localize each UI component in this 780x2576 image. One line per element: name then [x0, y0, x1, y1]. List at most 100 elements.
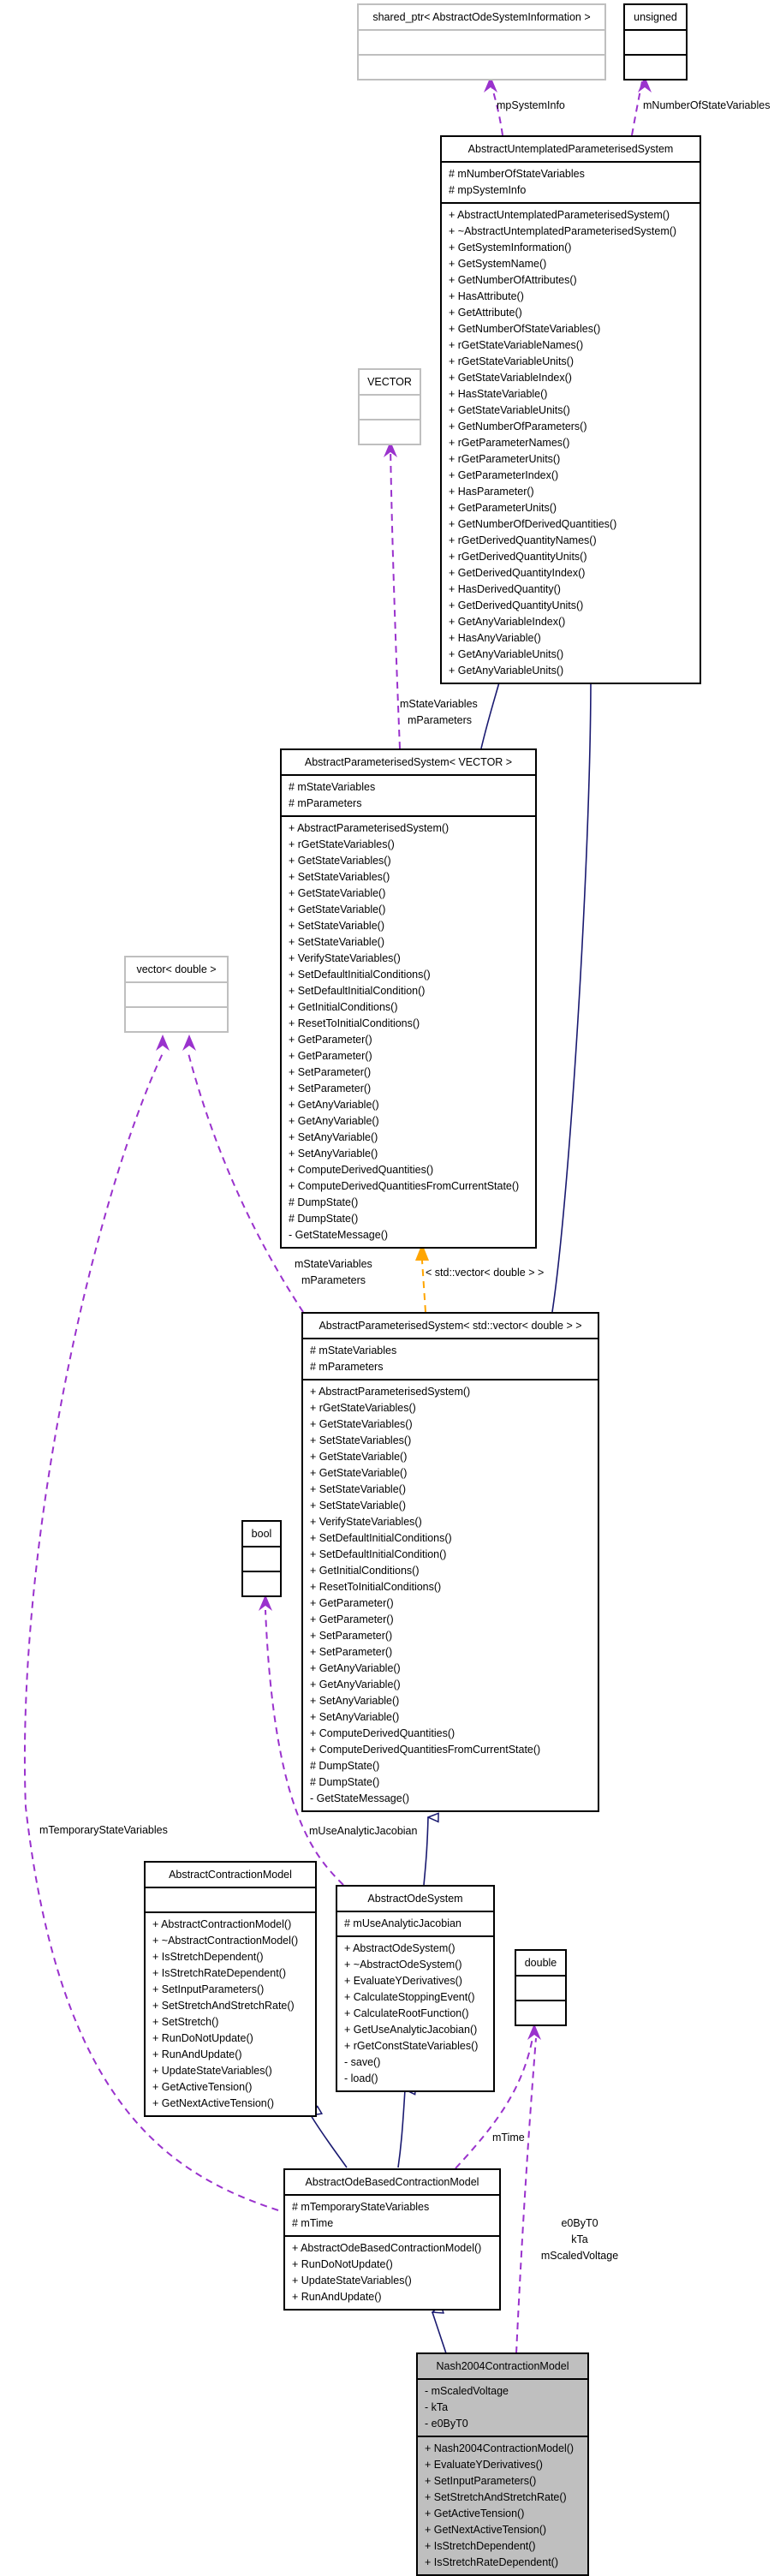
class-abstract-ode-based-contraction-model[interactable]: AbstractOdeBasedContractionModel # mTemp… — [283, 2168, 501, 2311]
method-row: + UpdateStateVariables() — [292, 2275, 412, 2287]
method-row: + AbstractParameterisedSystem() — [289, 822, 450, 834]
method-row: + SetInputParameters() — [152, 1983, 265, 1995]
method-row: # DumpState() — [289, 1196, 359, 1208]
method-row: + HasParameter() — [449, 486, 534, 498]
method-row: + SetParameter() — [310, 1630, 393, 1642]
method-row: + SetStateVariables() — [289, 871, 390, 883]
methods-section — [359, 56, 604, 79]
method-row: + GetNextActiveTension() — [425, 2524, 547, 2536]
method-row: + rGetStateVariableUnits() — [449, 355, 575, 367]
method-row: + SetStretchAndStretchRate() — [425, 2491, 567, 2503]
class-name: AbstractOdeSystem — [337, 1887, 493, 1912]
method-row: + GetStateVariableUnits() — [449, 404, 570, 416]
method-row: + EvaluateYDerivatives() — [344, 1975, 462, 1987]
method-row: + GetStateVariableIndex() — [449, 372, 572, 384]
edge-label-mScaledVoltage: mScaledVoltage — [540, 2250, 619, 2262]
edge-label-mTemporaryStateVariables: mTemporaryStateVariables — [39, 1824, 168, 1836]
method-row: + GetStateVariable() — [289, 887, 386, 899]
method-row: + GetAnyVariableUnits() — [449, 648, 564, 660]
class-name: Nash2004ContractionModel — [418, 2354, 587, 2380]
method-row: + SetStateVariable() — [289, 936, 384, 948]
method-row: + GetParameter() — [310, 1597, 394, 1609]
class-abstract-parameterised-system-vector[interactable]: AbstractParameterisedSystem< VECTOR > # … — [280, 748, 537, 1249]
class-double[interactable]: double — [515, 1949, 567, 2026]
method-row: + SetParameter() — [289, 1082, 372, 1094]
method-row: + SetStateVariable() — [310, 1483, 406, 1495]
method-row: + GetAnyVariable() — [310, 1679, 401, 1690]
method-row: + SetParameter() — [310, 1646, 393, 1658]
method-row: + ComputeDerivedQuantitiesFromCurrentSta… — [310, 1744, 541, 1756]
method-row: + GetStateVariable() — [289, 903, 386, 915]
method-row: + GetInitialConditions() — [289, 1001, 398, 1013]
method-row: + GetNumberOfDerivedQuantities() — [449, 518, 617, 530]
method-row: + rGetParameterNames() — [449, 437, 570, 449]
method-row: + GetAnyVariable() — [289, 1099, 379, 1111]
method-row: + VerifyStateVariables() — [310, 1516, 422, 1528]
class-bool[interactable]: bool — [241, 1520, 282, 1597]
attribute-row: - e0ByT0 — [425, 2418, 468, 2430]
method-row: - save() — [344, 2056, 381, 2068]
attributes-section — [625, 31, 686, 56]
method-row: + UpdateStateVariables() — [152, 2065, 272, 2077]
class-abstract-untemplated-parameterised-system[interactable]: AbstractUntemplatedParameterisedSystem #… — [440, 135, 701, 684]
class-vector-template[interactable]: VECTOR — [358, 368, 421, 445]
edge-label-mParameters-2: mParameters — [301, 1274, 366, 1286]
class-name: double — [516, 1951, 565, 1977]
methods-section: + AbstractContractionModel() + ~AbstractC… — [146, 1913, 315, 2115]
class-name: AbstractOdeBasedContractionModel — [285, 2170, 499, 2196]
method-row: # DumpState() — [289, 1213, 359, 1225]
attribute-row: # mpSystemInfo — [449, 184, 527, 196]
class-abstract-contraction-model[interactable]: AbstractContractionModel + AbstractContr… — [144, 1861, 317, 2117]
methods-section — [625, 56, 686, 79]
attribute-row: # mStateVariables — [310, 1345, 397, 1357]
class-nash2004-contraction-model[interactable]: Nash2004ContractionModel - mScaledVoltag… — [416, 2352, 589, 2576]
method-row: + SetDefaultInitialConditions() — [289, 969, 431, 981]
method-row: + SetAnyVariable() — [289, 1131, 378, 1143]
method-row: + ComputeDerivedQuantities() — [289, 1164, 434, 1176]
attribute-row: # mParameters — [310, 1361, 384, 1373]
method-row: + ResetToInitialConditions() — [310, 1581, 442, 1593]
class-unsigned[interactable]: unsigned — [623, 3, 688, 80]
method-row: + CalculateRootFunction() — [344, 2007, 469, 2019]
class-vector-double[interactable]: vector< double > — [124, 956, 229, 1033]
class-name: unsigned — [625, 5, 686, 31]
method-row: + rGetStateVariables() — [289, 838, 395, 850]
attributes-section — [243, 1547, 280, 1572]
method-row: + GetInitialConditions() — [310, 1565, 420, 1577]
attributes-section — [126, 983, 227, 1008]
class-shared-ptr[interactable]: shared_ptr< AbstractOdeSystemInformation… — [357, 3, 606, 80]
method-row: + ~AbstractOdeSystem() — [344, 1959, 462, 1971]
method-row: + GetNumberOfStateVariables() — [449, 323, 601, 335]
edge-label-mParameters: mParameters — [408, 714, 473, 726]
method-row: + GetAnyVariable() — [310, 1662, 401, 1674]
method-row: + GetDerivedQuantityIndex() — [449, 567, 586, 579]
method-row: + SetStretchAndStretchRate() — [152, 2000, 295, 2012]
method-row: + GetAnyVariable() — [289, 1115, 379, 1127]
method-row: + GetNumberOfAttributes() — [449, 274, 577, 286]
edge-label-mUseAnalyticJacobian: mUseAnalyticJacobian — [309, 1825, 418, 1837]
class-abstract-parameterised-system-std-vector[interactable]: AbstractParameterisedSystem< std::vector… — [301, 1312, 599, 1812]
edge-label-kTa: kTa — [571, 2233, 588, 2245]
attribute-row: - mScaledVoltage — [425, 2385, 509, 2397]
method-row: + SetAnyVariable() — [310, 1695, 400, 1707]
edge-label-mStateVariables: mStateVariables — [400, 698, 478, 710]
edge-label-e0ByT0: e0ByT0 — [561, 2217, 598, 2229]
attributes-section: # mUseAnalyticJacobian — [337, 1912, 493, 1937]
attributes-section — [360, 396, 420, 420]
class-name: AbstractUntemplatedParameterisedSystem — [442, 137, 700, 163]
method-row: + GetStateVariable() — [310, 1467, 408, 1479]
methods-section — [516, 2001, 565, 2024]
method-row: + SetDefaultInitialConditions() — [310, 1532, 452, 1544]
class-name: AbstractContractionModel — [146, 1863, 315, 1888]
edge-aos-inherits-aps-std — [423, 1817, 428, 1886]
method-row: + GetAnyVariableIndex() — [449, 616, 566, 628]
method-row: + GetStateVariable() — [310, 1451, 408, 1463]
method-row: + AbstractContractionModel() — [152, 1918, 292, 1930]
class-abstract-ode-system[interactable]: AbstractOdeSystem # mUseAnalyticJacobian… — [336, 1885, 495, 2092]
attributes-section: # mStateVariables # mParameters — [303, 1339, 598, 1380]
method-row: + SetStateVariable() — [289, 920, 384, 932]
edge-label-mpSystemInfo: mpSystemInfo — [497, 99, 565, 111]
method-row: + ~AbstractContractionModel() — [152, 1935, 299, 1947]
method-row: + RunAndUpdate() — [292, 2291, 382, 2303]
method-row: + RunDoNotUpdate() — [292, 2258, 393, 2270]
